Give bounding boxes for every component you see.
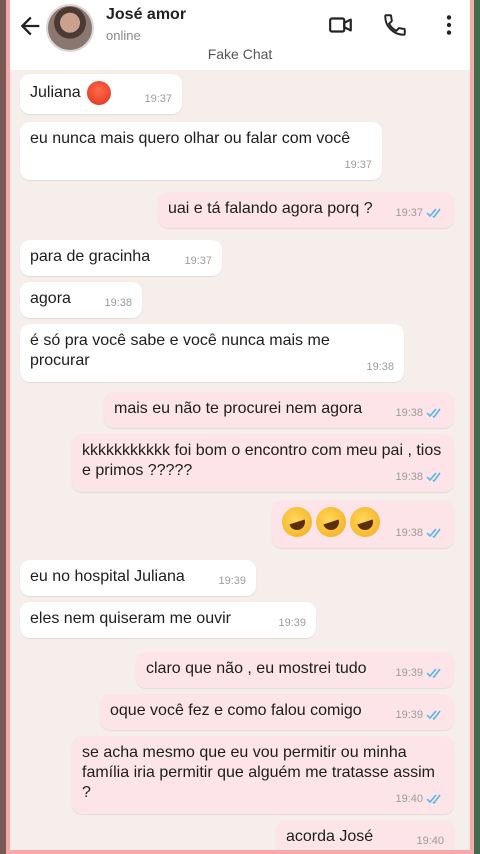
message-text: claro que não , eu mostrei tudo [146, 660, 367, 677]
message-text: uai e tá falando agora porq ? [168, 200, 373, 217]
back-arrow-icon[interactable] [16, 12, 44, 40]
message-text: é só pra você sabe e você nunca mais me … [30, 332, 330, 369]
message-text: agora [30, 290, 71, 307]
read-ticks-icon [426, 528, 441, 538]
rolling-laughing-icon [312, 503, 350, 541]
message-time: 19:40 [416, 835, 444, 847]
rolling-laughing-icon [278, 503, 316, 541]
message-bubble[interactable]: uai e tá falando agora porq ? 19:37 [158, 192, 454, 228]
read-ticks-icon [426, 794, 441, 804]
read-ticks-icon [426, 472, 441, 482]
message-bubble[interactable]: é só pra você sabe e você nunca mais me … [20, 324, 404, 382]
message-time: 19:37 [144, 93, 172, 105]
message-time: 19:38 [395, 403, 444, 423]
message-bubble[interactable]: 19:38 [272, 500, 454, 548]
message-bubble[interactable]: agora 19:38 [20, 282, 142, 318]
message-bubble[interactable]: eles nem quiseram me ouvir 19:39 [20, 602, 316, 638]
read-ticks-icon [426, 208, 441, 218]
message-text: eu nunca mais quero olhar ou falar com v… [30, 130, 351, 147]
message-time: 19:38 [104, 297, 132, 309]
message-bubble[interactable]: eu no hospital Juliana 19:39 [20, 560, 256, 596]
avatar[interactable] [46, 4, 94, 52]
chat-frame: José amor online Fake Chat Juliana 19:37… [6, 0, 474, 854]
message-time: 19:38 [366, 361, 394, 373]
contact-name[interactable]: José amor [106, 6, 186, 24]
message-bubble[interactable]: kkkkkkkkkkk foi bom o encontro com meu p… [72, 434, 454, 492]
message-bubble[interactable]: oque você fez e como falou comigo 19:39 [100, 694, 454, 730]
message-time: 19:38 [395, 467, 444, 487]
message-time: 19:38 [395, 523, 444, 543]
message-text: mais eu não te procurei nem agora [114, 400, 363, 417]
message-time: 19:40 [395, 789, 444, 809]
message-bubble[interactable]: Juliana 19:37 [20, 74, 182, 114]
message-text: eu no hospital Juliana [30, 568, 185, 585]
message-text: oque você fez e como falou comigo [110, 702, 362, 719]
video-call-icon[interactable] [328, 12, 354, 38]
message-bubble[interactable]: eu nunca mais quero olhar ou falar com v… [20, 122, 382, 180]
message-time: 19:37 [344, 159, 372, 171]
chat-subtitle: Fake Chat [207, 46, 273, 62]
message-time: 19:37 [184, 255, 212, 267]
read-ticks-icon [426, 668, 441, 678]
message-bubble[interactable]: acorda José 19:40 [276, 820, 454, 850]
message-bubble[interactable]: mais eu não te procurei nem agora 19:38 [104, 392, 454, 428]
contact-status: online [106, 28, 141, 43]
message-time: 19:39 [395, 663, 444, 683]
message-text: Juliana [30, 84, 81, 102]
more-options-icon[interactable] [436, 12, 462, 38]
message-time: 19:39 [218, 575, 246, 587]
message-text: eles nem quiseram me ouvir [30, 610, 231, 627]
rolling-laughing-icon [346, 503, 384, 541]
read-ticks-icon [426, 710, 441, 720]
message-time: 19:39 [278, 617, 306, 629]
message-bubble[interactable]: claro que não , eu mostrei tudo 19:39 [136, 652, 454, 688]
message-time: 19:39 [395, 705, 444, 725]
chat-header: José amor online Fake Chat [10, 0, 470, 70]
read-ticks-icon [426, 408, 441, 418]
message-bubble[interactable]: se acha mesmo que eu vou permitir ou min… [72, 736, 454, 814]
right-background [474, 0, 480, 854]
phone-call-icon[interactable] [382, 12, 408, 38]
message-time: 19:37 [395, 203, 444, 223]
message-bubble[interactable]: para de gracinha 19:37 [20, 240, 222, 276]
message-text: se acha mesmo que eu vou permitir ou min… [82, 744, 436, 801]
message-text: para de gracinha [30, 248, 151, 265]
message-text: acorda José [286, 828, 374, 845]
angry-face-icon [86, 81, 111, 105]
